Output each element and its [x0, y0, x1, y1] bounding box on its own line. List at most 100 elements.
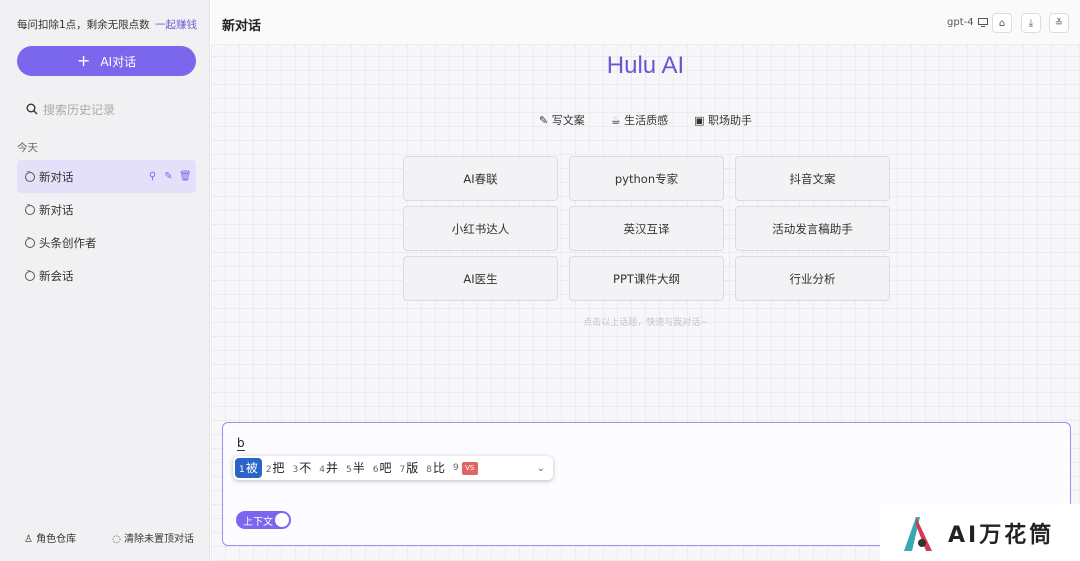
topic-card[interactable]: 小红书达人: [403, 206, 558, 251]
conversation-label: 新对话: [39, 202, 74, 217]
tab-write-copy[interactable]: ✎ 写文案: [539, 112, 585, 128]
candidate-text: 吧: [379, 461, 392, 475]
tab-label: 生活质感: [624, 114, 669, 127]
candidate-text: 并: [325, 461, 338, 475]
new-chat-label: AI对话: [100, 54, 137, 69]
conversation-item[interactable]: 新对话: [17, 193, 196, 226]
ime-candidate[interactable]: 8比: [422, 458, 449, 478]
topic-card[interactable]: AI医生: [403, 256, 558, 301]
briefcase-icon: ▣: [694, 114, 705, 127]
candidate-text: 不: [299, 461, 312, 475]
topic-card[interactable]: 行业分析: [735, 256, 890, 301]
role-store-button[interactable]: ♙ 角色仓库: [24, 530, 76, 545]
chat-bubble-icon: [25, 201, 35, 215]
ime-candidate[interactable]: 1被: [235, 458, 262, 478]
plus-icon: +: [76, 51, 91, 70]
ime-candidate[interactable]: 4并: [315, 458, 342, 478]
broom-icon: ⌂: [998, 17, 1006, 29]
model-selector[interactable]: gpt-4: [947, 17, 988, 28]
ime-candidate[interactable]: 3不: [289, 458, 316, 478]
candidate-text: 版: [406, 461, 419, 475]
candidate-num: 7: [399, 465, 406, 475]
candidate-num: 6: [372, 465, 379, 475]
watermark-text: AI万花筒: [948, 522, 1055, 548]
download-icon: ⤓: [1028, 17, 1034, 29]
topic-card[interactable]: 活动发言稿助手: [735, 206, 890, 251]
clear-unpinned-label: 清除未置顶对话: [124, 534, 194, 545]
monitor-icon: [977, 18, 988, 27]
page-title: 新对话: [222, 19, 262, 34]
conversation-item[interactable]: 新对话 ⚲ ✎ 🗑: [17, 160, 196, 193]
ime-candidate-bar: 1被 2把 3不 4并 5半 6吧 7版 8比 9 VS ⌄: [233, 456, 553, 480]
search-input[interactable]: 搜索历史记录: [43, 101, 115, 118]
quick-tabs: ✎ 写文案 ☕ 生活质感 ▣ 职场助手: [539, 112, 752, 128]
pin-icon[interactable]: ⚲: [147, 171, 158, 182]
sidebar: 每问扣除1点，剩余无限点数 一起赚钱 + AI对话 搜索历史记录 今天 新对话 …: [0, 0, 210, 561]
conversation-label: 新会话: [39, 268, 74, 283]
ime-candidate[interactable]: 6吧: [369, 458, 396, 478]
edit-icon[interactable]: ✎: [163, 171, 174, 182]
clean-button[interactable]: ⌂: [992, 13, 1012, 33]
conversation-list: 新对话 ⚲ ✎ 🗑 新对话 头条创作者 新会话: [17, 160, 196, 292]
candidate-num: 3: [292, 465, 299, 475]
topic-card[interactable]: 抖音文案: [735, 156, 890, 201]
header: 新对话 gpt-4 ⌂ ⤓ ≚: [211, 0, 1080, 45]
cup-icon: ☕: [610, 114, 621, 127]
chat-bubble-icon: [25, 267, 35, 281]
conversation-label: 头条创作者: [39, 235, 97, 250]
earn-link[interactable]: 一起赚钱: [155, 17, 197, 32]
context-toggle-label: 上下文: [243, 516, 273, 528]
new-chat-button[interactable]: + AI对话: [17, 46, 196, 76]
sidebar-footer: ♙ 角色仓库 ◌ 清除未置顶对话: [24, 530, 194, 545]
clear-unpinned-button[interactable]: ◌ 清除未置顶对话: [112, 530, 194, 545]
pencil-icon: ✎: [539, 114, 549, 127]
candidate-num: 5: [346, 465, 352, 475]
quota-text: 每问扣除1点，剩余无限点数: [17, 18, 150, 31]
ime-candidate[interactable]: 9 VS: [449, 458, 482, 478]
ime-candidate[interactable]: 2把: [262, 458, 289, 478]
group-label-today: 今天: [17, 142, 38, 154]
brand-title: Hulu AI: [606, 52, 685, 79]
trash-icon[interactable]: 🗑: [179, 171, 192, 182]
chat-clear-icon: ◌: [112, 534, 121, 545]
watermark-logo-icon: [904, 516, 932, 551]
toggle-knob: [275, 513, 289, 527]
search-icon: [26, 103, 38, 115]
topic-card[interactable]: python专家: [569, 156, 724, 201]
candidate-text: 被: [245, 461, 258, 475]
tab-life-quality[interactable]: ☕ 生活质感: [611, 112, 668, 128]
chevron-down-icon[interactable]: ⌄: [537, 463, 545, 474]
collapse-icon: ≚: [1054, 17, 1064, 29]
user-icon: ♙: [24, 534, 33, 545]
topic-card[interactable]: 英汉互译: [569, 206, 724, 251]
candidate-text: 把: [272, 461, 285, 475]
quota-row: 每问扣除1点，剩余无限点数 一起赚钱: [17, 16, 197, 32]
conversation-item[interactable]: 新会话: [17, 259, 196, 292]
download-button[interactable]: ⤓: [1021, 13, 1041, 33]
collapse-button[interactable]: ≚: [1049, 13, 1069, 33]
conversation-item[interactable]: 头条创作者: [17, 226, 196, 259]
candidate-num: 1: [239, 465, 245, 475]
chat-bubble-icon: [25, 234, 35, 248]
conversation-actions: ⚲ ✎ 🗑: [147, 171, 192, 182]
watermark: AI万花筒: [880, 504, 1080, 561]
model-label: gpt-4: [947, 17, 974, 28]
topic-hint: 点击以上话题，快速与我对话~: [583, 318, 708, 328]
candidate-text: 比: [432, 461, 445, 475]
input-text[interactable]: b: [237, 437, 245, 451]
topic-card[interactable]: AI春联: [403, 156, 558, 201]
ime-candidate[interactable]: 7版: [396, 458, 423, 478]
candidate-num: 2: [265, 465, 272, 475]
ime-candidate[interactable]: 5半: [342, 458, 369, 478]
candidate-num: 8: [426, 465, 432, 475]
tab-label: 写文案: [551, 114, 585, 127]
topic-card[interactable]: PPT课件大纲: [569, 256, 724, 301]
vs-badge: VS: [461, 462, 478, 475]
history-search[interactable]: 搜索历史记录: [26, 100, 196, 118]
candidate-num: 9: [453, 463, 459, 473]
conversation-label: 新对话: [39, 169, 74, 184]
candidate-text: 半: [352, 461, 365, 475]
tab-work-assistant[interactable]: ▣ 职场助手: [694, 112, 752, 128]
context-toggle[interactable]: 上下文: [236, 511, 291, 529]
chat-bubble-icon: [25, 168, 35, 182]
